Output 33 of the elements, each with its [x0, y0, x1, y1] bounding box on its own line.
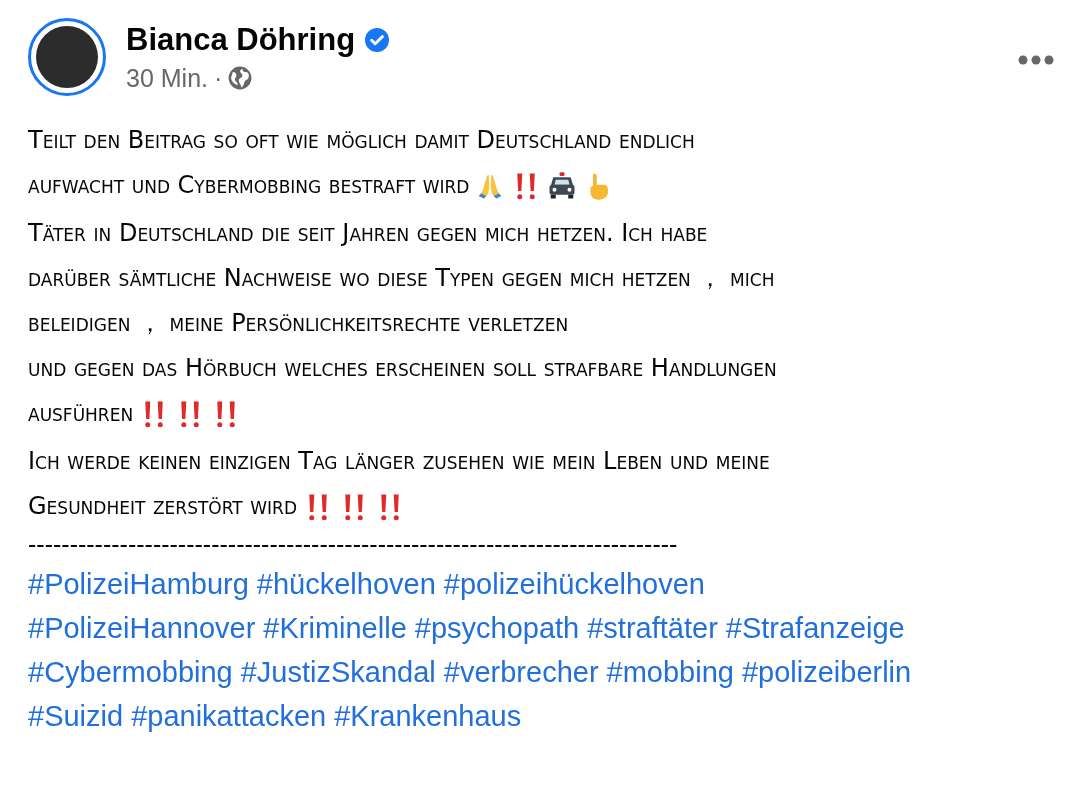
hashtag-link[interactable]: #Suizid — [28, 694, 124, 738]
post-text: Teilt den Beitrag so oft wie möglich damit Deutschland endlich — [28, 125, 695, 156]
police-car-icon — [547, 170, 578, 201]
hashtag-link[interactable]: #polizeiberlin — [741, 650, 912, 694]
separator-dot: · — [214, 63, 223, 93]
hashtag-link[interactable]: #hückelhoven — [256, 562, 436, 606]
avatar[interactable] — [28, 18, 106, 96]
post-text: Gesundheit zerstört wird — [28, 491, 297, 522]
post-time[interactable]: 30 Min. — [126, 63, 208, 93]
hashtag-link[interactable]: #straftäter — [587, 606, 718, 650]
hashtag-link[interactable]: #psychopath — [414, 606, 580, 650]
hashtag-link[interactable]: #Kriminelle — [263, 606, 407, 650]
hashtag-link[interactable]: #mobbing — [606, 650, 734, 694]
hashtag-link[interactable]: #PolizeiHamburg — [28, 562, 249, 606]
hashtag-link[interactable]: #Krankenhaus — [334, 694, 522, 738]
hashtag-link[interactable]: #PolizeiHannover — [28, 606, 256, 650]
globe-icon — [228, 66, 253, 90]
hashtag-link[interactable]: #Strafanzeige — [725, 606, 905, 650]
more-options-icon[interactable] — [1018, 55, 1054, 65]
hashtag-link[interactable]: #JustizSkandal — [240, 650, 436, 694]
post-text: ausführen — [28, 398, 134, 429]
post-text: Ich werde keinen einzigen Tag länger zusehen wie mein Leben und meine — [28, 446, 770, 477]
post-text: und gegen das Hörbuch welches erscheinen soll strafbare Handlungen — [28, 353, 777, 384]
hashtag-link[interactable]: #verbrecher — [443, 650, 599, 694]
post-text: aufwacht und Cybermobbing bestraft wird — [28, 170, 470, 201]
post-text: Täter in Deutschland die seit Jahren gegen mich hetzen. Ich habe — [28, 218, 708, 249]
post-text: darüber sämtliche Nachweise wo diese Typen gegen mich hetzen ， mich — [28, 263, 775, 294]
hashtag-link[interactable]: #polizeihückelhoven — [443, 562, 705, 606]
hashtag-link[interactable]: #Cybermobbing — [28, 650, 233, 694]
author-name[interactable]: Bianca Döhring — [126, 21, 356, 58]
dashed-divider-text: ------------------------------------------------------------------------------ — [28, 532, 679, 556]
post-text: beleidigen ， meine Persönlichkeitsrechte verletzen — [28, 308, 569, 339]
hashtag-link[interactable]: #panikattacken — [131, 694, 327, 738]
